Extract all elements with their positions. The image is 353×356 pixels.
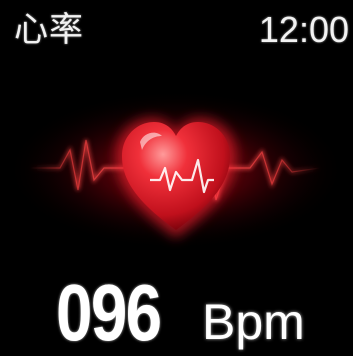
status-bar: 心率 12:00 xyxy=(0,0,353,51)
heart-rate-unit: Bpm xyxy=(202,294,305,350)
heart-rate-value: 096 xyxy=(56,268,162,356)
heart-rate-readout: 096 Bpm xyxy=(56,268,305,356)
app-title: 心率 xyxy=(14,10,84,50)
heart-rate-graphic xyxy=(6,90,346,250)
clock-time: 12:00 xyxy=(258,9,349,50)
watch-screen: 心率 12:00 096 Bpm xyxy=(0,0,353,356)
